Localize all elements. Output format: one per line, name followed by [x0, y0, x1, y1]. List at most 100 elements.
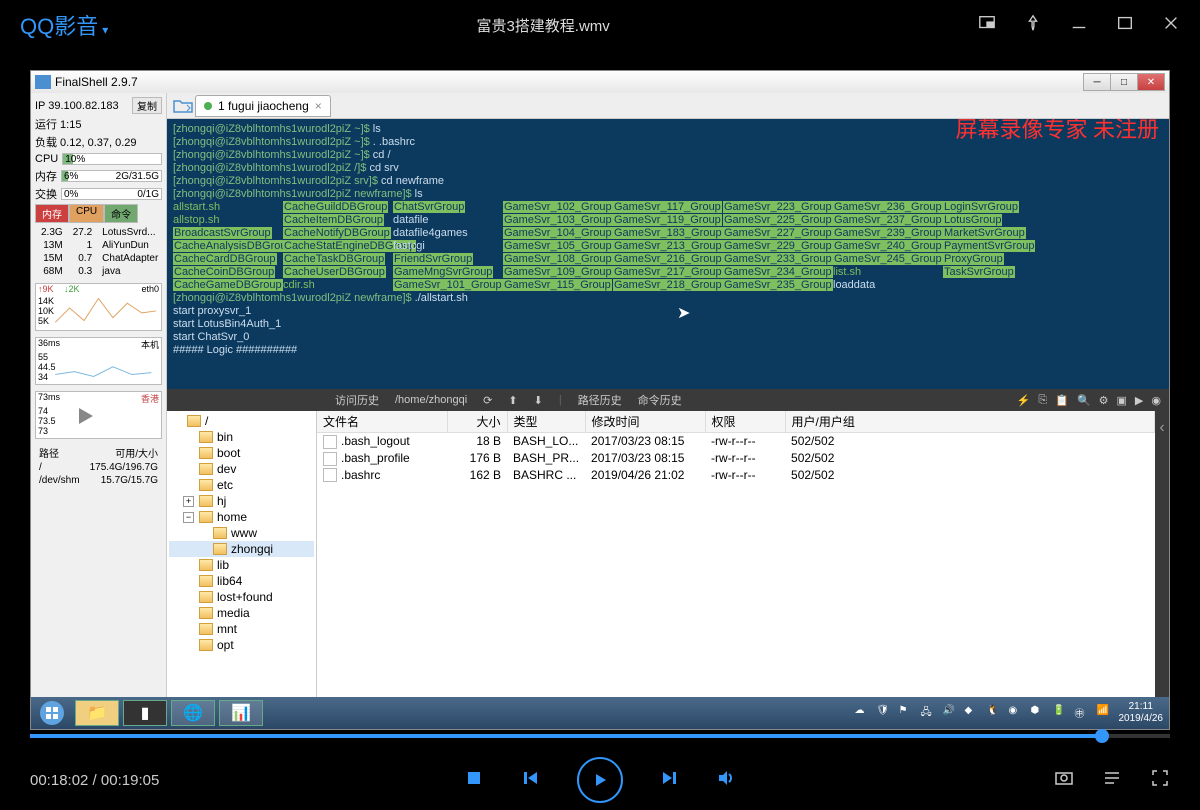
- session-tab[interactable]: 1 fugui jiaocheng ×: [195, 95, 331, 117]
- stop-button[interactable]: [465, 769, 483, 792]
- file-list[interactable]: 文件名 大小 类型 修改时间 权限 用户/用户组 .bash_logout18 …: [317, 411, 1155, 729]
- tree-item[interactable]: www: [169, 525, 314, 541]
- folder-icon[interactable]: ▣: [1117, 394, 1127, 407]
- ping-chart-hk: 73ms 香港 74 73.5 73: [35, 391, 162, 439]
- prev-button[interactable]: [521, 769, 539, 792]
- tray-shield-icon[interactable]: 🛡: [877, 705, 893, 721]
- tree-item[interactable]: bin: [169, 429, 314, 445]
- path-display[interactable]: /home/zhongqi: [395, 394, 467, 406]
- gear-icon[interactable]: ⚙: [1099, 394, 1109, 407]
- fullscreen-icon[interactable]: [1150, 768, 1170, 793]
- refresh-icon[interactable]: ⟳: [483, 394, 492, 407]
- status-dot-icon: [204, 102, 212, 110]
- minimize-icon[interactable]: [1070, 14, 1088, 37]
- path-history-link[interactable]: 路径历史: [578, 392, 622, 408]
- ip-label: IP 39.100.82.183: [35, 100, 119, 112]
- play-button[interactable]: [577, 757, 623, 803]
- search-icon[interactable]: 🔍: [1077, 394, 1091, 407]
- cmd-history-link[interactable]: 命令历史: [638, 392, 682, 408]
- playlist-icon[interactable]: [1102, 768, 1122, 793]
- tree-item[interactable]: boot: [169, 445, 314, 461]
- tray-app1-icon[interactable]: ◆: [965, 705, 981, 721]
- tray-ime-icon[interactable]: ㊥: [1075, 705, 1091, 721]
- window-title: FinalShell 2.9.7: [55, 75, 1084, 89]
- progress-knob[interactable]: [1095, 729, 1109, 743]
- window-icon: [35, 75, 51, 89]
- tray-qq-icon[interactable]: 🐧: [987, 705, 1003, 721]
- tree-item[interactable]: −home: [169, 509, 314, 525]
- tree-item[interactable]: lib: [169, 557, 314, 573]
- file-tree[interactable]: /binbootdevetc+hj−homewwwzhongqiliblib64…: [167, 411, 317, 729]
- tree-item[interactable]: opt: [169, 637, 314, 653]
- copy-button[interactable]: 复制: [132, 97, 162, 114]
- tree-item[interactable]: lost+found: [169, 589, 314, 605]
- tree-item[interactable]: /: [169, 413, 314, 429]
- task-ie[interactable]: 🌐: [171, 700, 215, 726]
- bolt-icon[interactable]: ⚡: [1017, 394, 1031, 407]
- table-row[interactable]: .bash_logout18 BBASH_LO...2017/03/23 08:…: [317, 433, 1155, 450]
- tray-vol-icon[interactable]: 📶: [1097, 705, 1113, 721]
- paste-icon[interactable]: 📋: [1055, 394, 1069, 407]
- watermark: 屏幕录像专家 未注册: [955, 123, 1159, 136]
- task-terminal[interactable]: ▮: [123, 700, 167, 726]
- table-row[interactable]: .bash_profile176 BBASH_PR...2017/03/23 0…: [317, 450, 1155, 467]
- time-display: 00:18:02 / 00:19:05: [30, 772, 159, 789]
- task-explorer[interactable]: 📁: [75, 700, 119, 726]
- run-icon[interactable]: ▶: [1135, 394, 1143, 407]
- tree-item[interactable]: +hj: [169, 493, 314, 509]
- collapse-panel-icon[interactable]: ‹: [1155, 411, 1169, 729]
- screenshot-icon[interactable]: [1054, 768, 1074, 793]
- load-label: 负载 0.12, 0.37, 0.29: [35, 134, 162, 150]
- tree-item[interactable]: media: [169, 605, 314, 621]
- pip-icon[interactable]: [978, 14, 996, 37]
- process-table: 2.3G27.2LotusSvrd... 13M1AliYunDun 15M0.…: [35, 225, 164, 279]
- pin-icon[interactable]: [1024, 14, 1042, 37]
- tab-memory[interactable]: 内存: [35, 204, 69, 223]
- tray-net-icon[interactable]: 🖧: [921, 705, 937, 721]
- tree-item[interactable]: etc: [169, 477, 314, 493]
- cursor-icon: ➤: [677, 307, 690, 320]
- volume-button[interactable]: [717, 769, 735, 792]
- tab-cmd[interactable]: 命令: [104, 204, 138, 223]
- next-button[interactable]: [661, 769, 679, 792]
- tree-item[interactable]: lib64: [169, 573, 314, 589]
- tray-clock[interactable]: 21:112019/4/26: [1119, 701, 1164, 725]
- windows-taskbar: 📁 ▮ 🌐 📊 ☁ 🛡 ⚑ 🖧 🔊 ◆ 🐧 ◉ ⬢ 🔋 ㊥ 📶 21:11201…: [31, 697, 1169, 729]
- tree-item[interactable]: mnt: [169, 621, 314, 637]
- upload-icon[interactable]: ⬆: [508, 394, 517, 407]
- tray-flag-icon[interactable]: ⚑: [899, 705, 915, 721]
- fs-close-icon[interactable]: ✕: [1137, 73, 1165, 91]
- file-toolbar: 访问历史 /home/zhongqi ⟳ ⬆ ⬇ | 路径历史 命令历史 ⚡ ⎘…: [167, 389, 1169, 411]
- tray-app2-icon[interactable]: ◉: [1009, 705, 1025, 721]
- tray-app3-icon[interactable]: ⬢: [1031, 705, 1047, 721]
- monitor-panel: IP 39.100.82.183 复制 运行 1:15 负载 0.12, 0.37…: [31, 93, 167, 729]
- fs-minimize-icon[interactable]: ─: [1083, 73, 1111, 91]
- disk-table: 路径可用/大小 /175.4G/196.7G /dev/shm15.7G/15.…: [35, 443, 162, 488]
- history-link[interactable]: 访问历史: [335, 392, 379, 408]
- task-screenrec[interactable]: 📊: [219, 700, 263, 726]
- tray-battery-icon[interactable]: 🔋: [1053, 705, 1069, 721]
- tab-cpu[interactable]: CPU: [69, 204, 104, 223]
- uptime-label: 运行 1:15: [35, 116, 162, 132]
- close-icon[interactable]: [1162, 14, 1180, 37]
- terminal[interactable]: 屏幕录像专家 未注册 [zhongqi@iZ8vblhtomhs1wurodl2…: [167, 119, 1169, 389]
- stop-icon[interactable]: ◉: [1151, 394, 1161, 407]
- maximize-icon[interactable]: [1116, 14, 1134, 37]
- tree-item[interactable]: zhongqi: [169, 541, 314, 557]
- player-brand[interactable]: QQ影音▾: [20, 9, 108, 41]
- ping-chart-local: 36ms 本机 55 44.5 34: [35, 337, 162, 385]
- table-row[interactable]: .bashrc162 BBASHRC ...2019/04/26 21:02-r…: [317, 467, 1155, 484]
- finalshell-window: FinalShell 2.9.7 ─ □ ✕ IP 39.100.82.183 复…: [30, 70, 1170, 730]
- start-button[interactable]: [31, 697, 73, 729]
- video-title: 富贵3搭建教程.wmv: [108, 15, 978, 36]
- tray-sound-icon[interactable]: 🔊: [943, 705, 959, 721]
- tab-close-icon[interactable]: ×: [315, 99, 322, 113]
- open-folder-icon[interactable]: [171, 96, 195, 116]
- network-chart: ↑9K ↓2K eth0 14K 10K 5K: [35, 283, 162, 331]
- download-icon[interactable]: ⬇: [534, 394, 543, 407]
- fs-maximize-icon[interactable]: □: [1110, 73, 1138, 91]
- tree-item[interactable]: dev: [169, 461, 314, 477]
- progress-bar[interactable]: [30, 734, 1170, 738]
- tray-cloud-icon[interactable]: ☁: [855, 705, 871, 721]
- copy-icon[interactable]: ⎘: [1038, 394, 1047, 407]
